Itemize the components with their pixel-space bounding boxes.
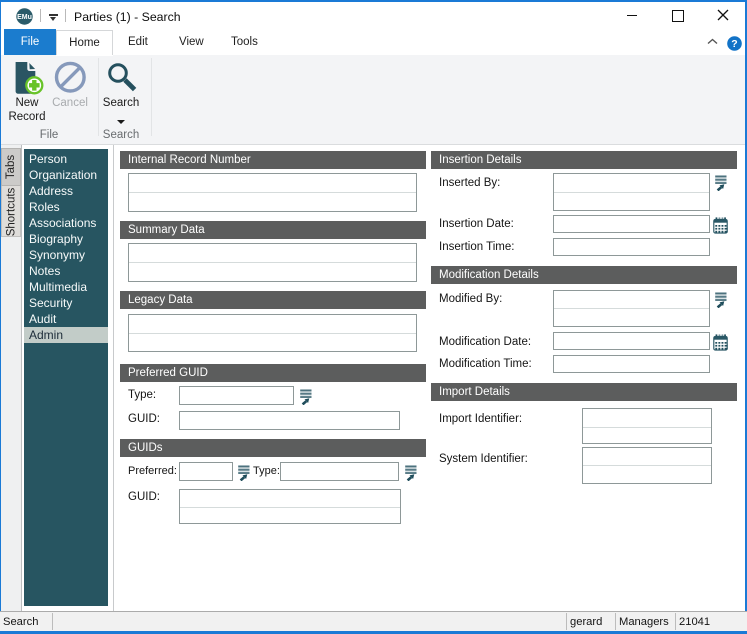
svg-text:EMu: EMu: [17, 14, 32, 21]
svg-text:?: ?: [731, 38, 737, 50]
